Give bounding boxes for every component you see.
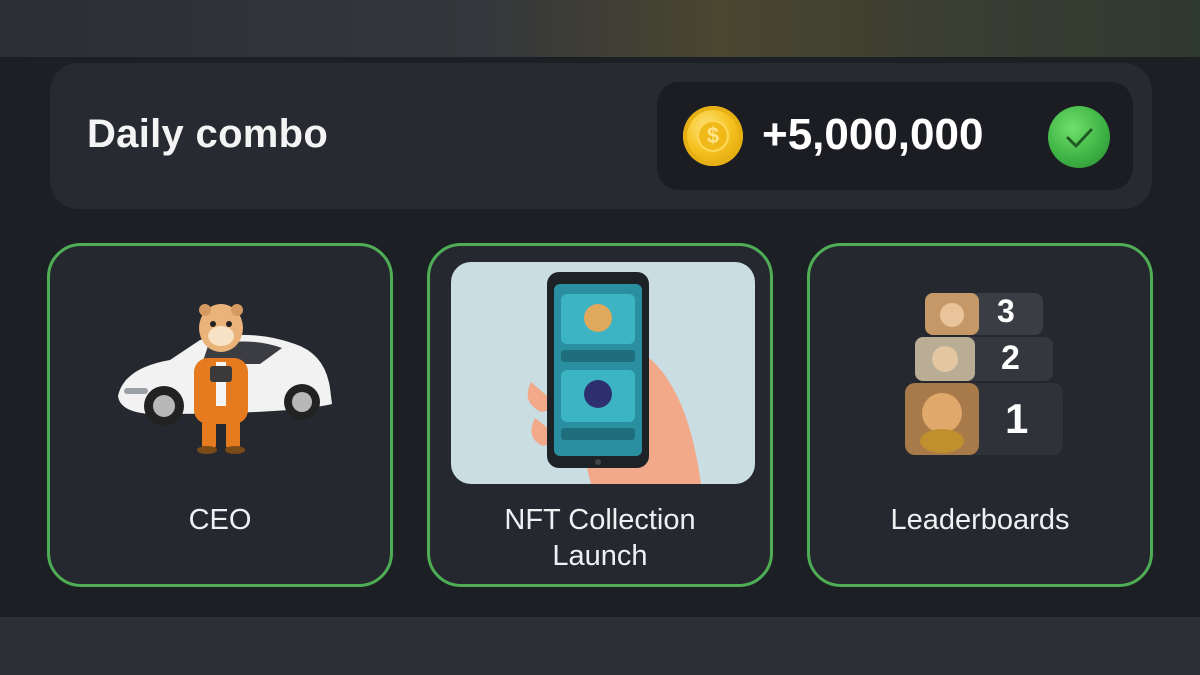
combo-card-nft-collection-launch[interactable]: NFT Collection Launch [427,243,773,587]
rank-3-label: 3 [997,293,1015,329]
reward-amount: +5,000,000 [762,110,984,159]
hamster-ceo-with-car-image [118,304,332,454]
leaderboard-ranking-image: 3 2 1 [905,291,1065,456]
rank-1-label: 1 [1005,395,1029,442]
card-label-nft-line2: Launch [552,540,648,572]
rank-2-label: 2 [1001,339,1020,377]
card-label-leaderboards: Leaderboards [890,504,1070,536]
phone-nft-collection-image [451,262,755,484]
daily-combo-title: Daily combo [87,112,329,156]
combo-card-leaderboards[interactable]: 3 2 1 Leaderboards [807,243,1153,587]
check-icon [1048,106,1110,168]
card-label-ceo: CEO [188,504,252,536]
bottom-strip [0,617,1200,675]
top-banner-strip [0,0,1200,57]
combo-card-ceo[interactable]: CEO [47,243,393,587]
coin-icon: $ [683,106,743,166]
card-label-nft-line1: NFT Collection [504,504,696,536]
